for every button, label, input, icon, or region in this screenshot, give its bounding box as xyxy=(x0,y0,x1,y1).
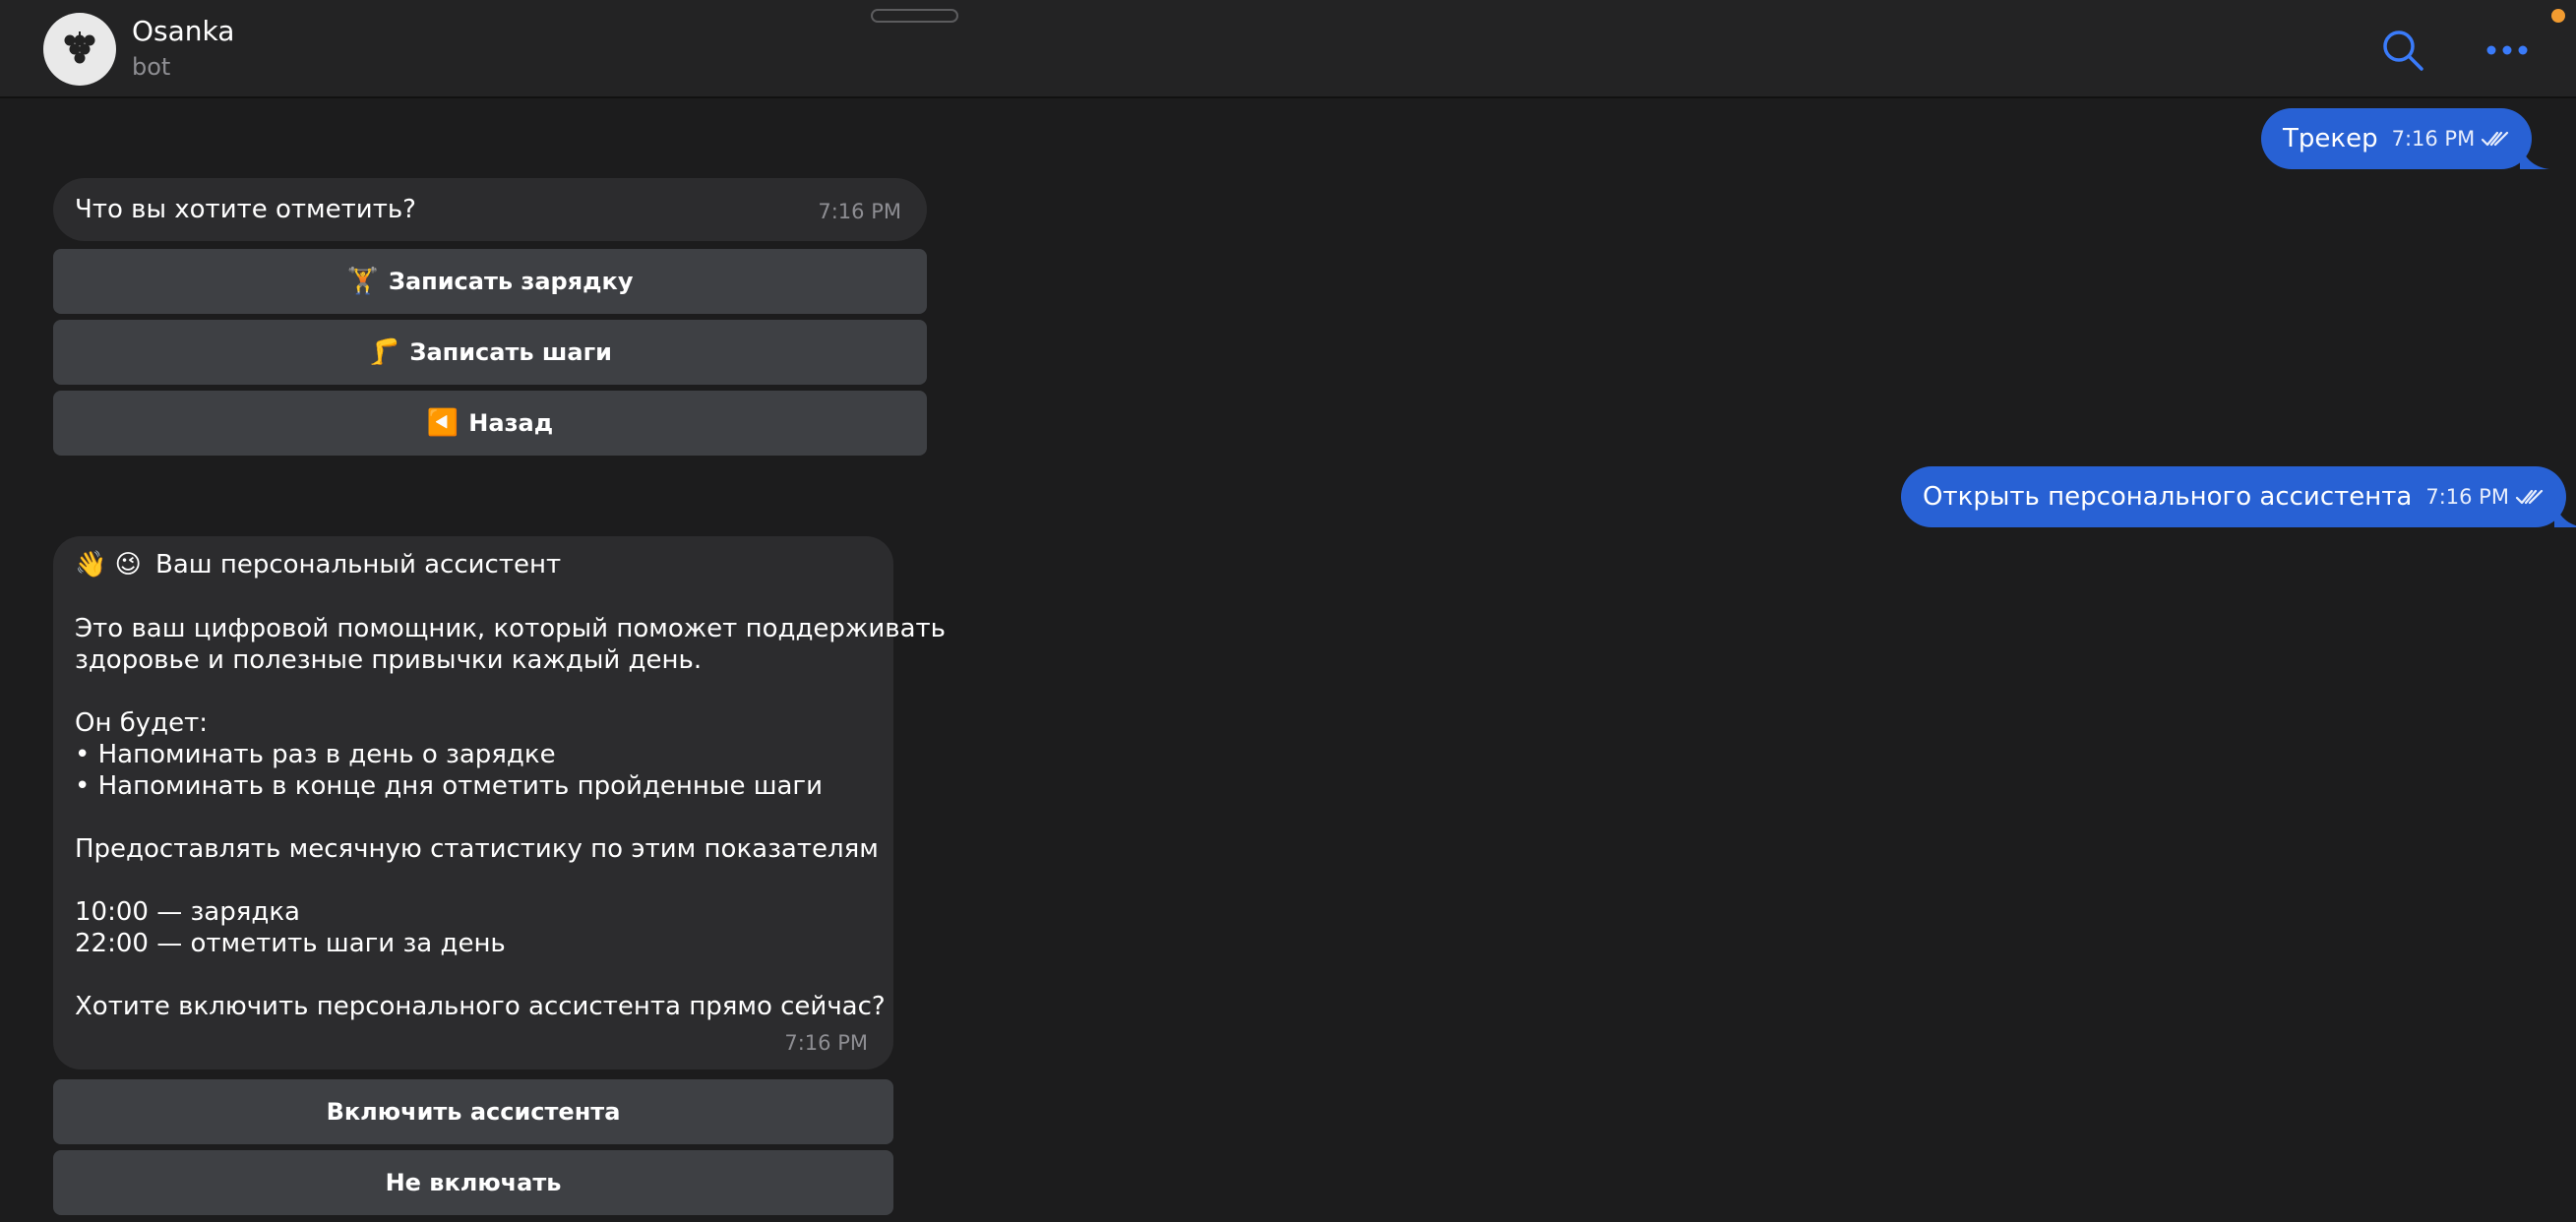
double-check-icon xyxy=(2515,489,2544,505)
button-label: Не включать xyxy=(385,1169,562,1196)
grape-logo-icon xyxy=(64,31,95,64)
message-time: 7:16 PM xyxy=(818,200,901,223)
message-time: 7:16 PM xyxy=(2391,127,2476,151)
bubble-tail xyxy=(2553,498,2576,527)
message-line: Предоставлять месячную статистику по эти… xyxy=(75,834,879,864)
message-line: Он будет: xyxy=(75,708,209,738)
button-label: Включить ассистента xyxy=(326,1098,621,1126)
message-line: 10:00 — зарядка xyxy=(75,897,300,927)
message-emoji-title: 👋 😉 Ваш персональный ассистент xyxy=(75,550,561,580)
chat-subtitle: bot xyxy=(132,53,171,81)
wave-wink-emoji: 👋 😉 xyxy=(75,550,142,580)
chat-window: Osanka bot Трекер 7:16 PM Что вы хотите … xyxy=(0,0,2576,1222)
weightlifter-icon: 🏋 xyxy=(346,267,379,296)
button-label: Записать зарядку xyxy=(388,268,634,295)
outgoing-message[interactable]: Трекер 7:16 PM xyxy=(2261,108,2550,169)
message-text: Открыть персонального ассистента xyxy=(1923,482,2413,512)
drag-handle[interactable] xyxy=(871,9,958,23)
double-check-icon xyxy=(2482,131,2509,147)
message-time: 7:16 PM xyxy=(2425,485,2509,509)
more-button[interactable] xyxy=(2482,27,2533,74)
button-label: Записать шаги xyxy=(409,338,612,366)
message-text: Трекер xyxy=(2283,124,2378,153)
leg-icon: 🦵 xyxy=(368,337,400,367)
outgoing-message[interactable]: Открыть персонального ассистента 7:16 PM xyxy=(1901,466,2576,527)
message-line: 22:00 — отметить шаги за день xyxy=(75,929,506,958)
message-text: Что вы хотите отметить? xyxy=(75,195,416,224)
message-line: Хотите включить персонального ассистента… xyxy=(75,992,886,1021)
message-meta: 7:16 PM xyxy=(2392,127,2511,151)
enable-assistant-button[interactable]: Включить ассистента xyxy=(53,1079,893,1144)
bot-avatar[interactable] xyxy=(43,13,116,86)
message-title: Ваш персональный ассистент xyxy=(155,550,562,580)
incoming-message[interactable]: 👋 😉 Ваш персональный ассистент Это ваш ц… xyxy=(53,536,946,1069)
button-label: Назад xyxy=(468,409,554,437)
message-line: • Напоминать раз в день о зарядке xyxy=(75,740,556,769)
record-steps-button[interactable]: 🦵 Записать шаги xyxy=(53,320,927,385)
back-arrow-icon: ◀️ xyxy=(426,408,460,438)
message-time: 7:16 PM xyxy=(784,1031,868,1055)
message-line: Это ваш цифровой помощник, который помож… xyxy=(75,614,946,643)
message-meta: 7:16 PM xyxy=(2425,485,2545,509)
do-not-enable-button[interactable]: Не включать xyxy=(53,1150,893,1215)
chat-header: Osanka bot xyxy=(0,0,2576,98)
search-icon xyxy=(2383,31,2423,71)
notification-dot xyxy=(2551,9,2565,23)
incoming-message[interactable]: Что вы хотите отметить? 7:16 PM xyxy=(53,178,927,241)
back-button[interactable]: ◀️ Назад xyxy=(53,391,927,456)
more-horizontal-icon xyxy=(2486,45,2528,55)
bubble-tail xyxy=(2520,140,2550,169)
chat-title[interactable]: Osanka xyxy=(132,15,234,47)
record-exercise-button[interactable]: 🏋 Записать зарядку xyxy=(53,249,927,314)
message-line: здоровье и полезные привычки каждый день… xyxy=(75,645,703,675)
message-line: • Напоминать в конце дня отметить пройде… xyxy=(75,771,823,801)
search-button[interactable] xyxy=(2379,27,2426,74)
